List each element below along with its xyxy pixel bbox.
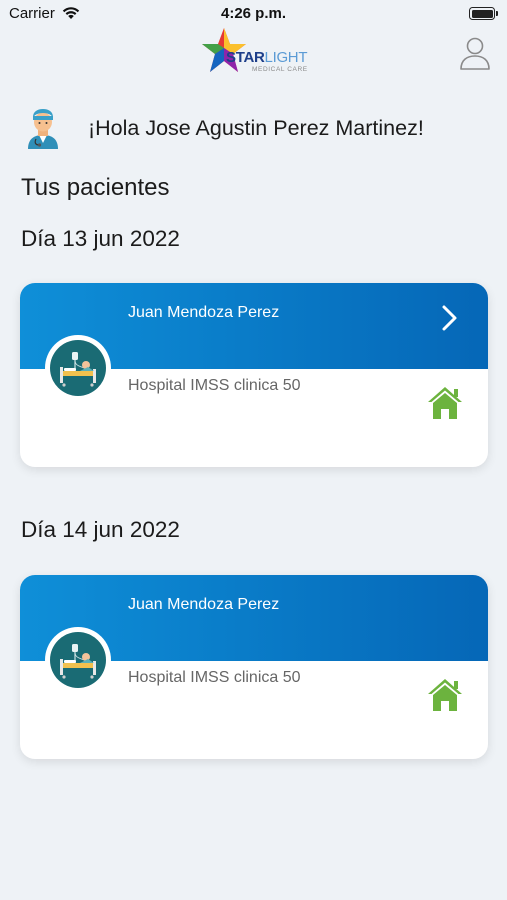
patient-card[interactable]: Juan Mendoza Perez Hospital IMSS clinica… bbox=[20, 575, 488, 759]
hospital-bed-icon bbox=[60, 644, 96, 679]
day-heading: Día 14 jun 2022 bbox=[21, 517, 180, 542]
patient-name: Juan Mendoza Perez bbox=[128, 304, 280, 321]
greeting-text: ¡Hola Jose Agustin Perez Martinez! bbox=[88, 115, 424, 140]
logo-star-text: STAR bbox=[226, 49, 265, 66]
clock: 4:26 p.m. bbox=[220, 5, 287, 22]
logo-light-text: LIGHT bbox=[264, 49, 308, 66]
hospital-name: Hospital IMSS clinica 50 bbox=[128, 669, 301, 686]
person-outline-icon[interactable] bbox=[459, 36, 491, 70]
day-heading: Día 13 jun 2022 bbox=[21, 226, 180, 251]
patient-card[interactable]: Juan Mendoza Perez Hospital IMSS clinica… bbox=[20, 283, 488, 467]
battery-icon bbox=[469, 7, 498, 20]
starlight-logo: STARLIGHT MEDICAL CARE bbox=[200, 26, 312, 78]
patient-avatar bbox=[45, 335, 111, 401]
logo-subtitle: MEDICAL CARE bbox=[252, 66, 308, 73]
doctor-avatar-icon bbox=[28, 109, 58, 149]
hospital-bed-icon bbox=[60, 352, 96, 387]
greeting: ¡Hola Jose Agustin Perez Martinez! bbox=[24, 106, 484, 150]
section-title: Tus pacientes bbox=[21, 174, 170, 201]
home-icon[interactable] bbox=[426, 677, 464, 713]
chevron-right-icon[interactable] bbox=[438, 304, 460, 332]
hospital-name: Hospital IMSS clinica 50 bbox=[128, 377, 301, 394]
status-bar: Carrier 4:26 p.m. bbox=[0, 0, 507, 28]
home-icon[interactable] bbox=[426, 385, 464, 421]
patient-name: Juan Mendoza Perez bbox=[128, 596, 280, 613]
patient-avatar bbox=[45, 627, 111, 693]
